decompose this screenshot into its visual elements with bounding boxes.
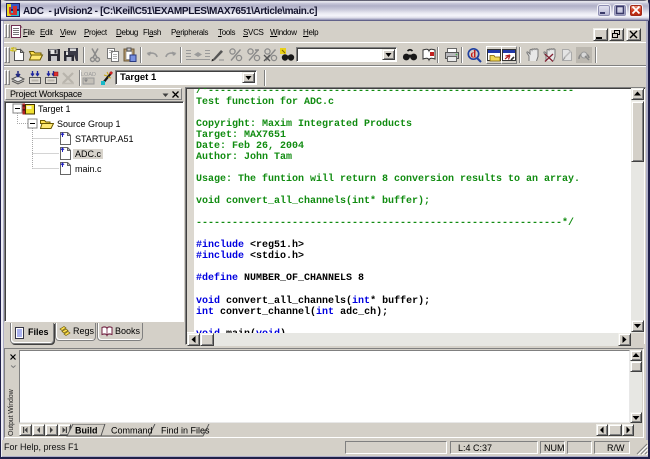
svg-text:Find in Files: Find in Files [161, 426, 210, 436]
svg-text:Command: Command [111, 426, 153, 436]
svg-text:LOAD: LOAD [81, 72, 96, 78]
svg-text:Build: Build [75, 426, 98, 436]
svg-text:d: d [471, 50, 477, 61]
